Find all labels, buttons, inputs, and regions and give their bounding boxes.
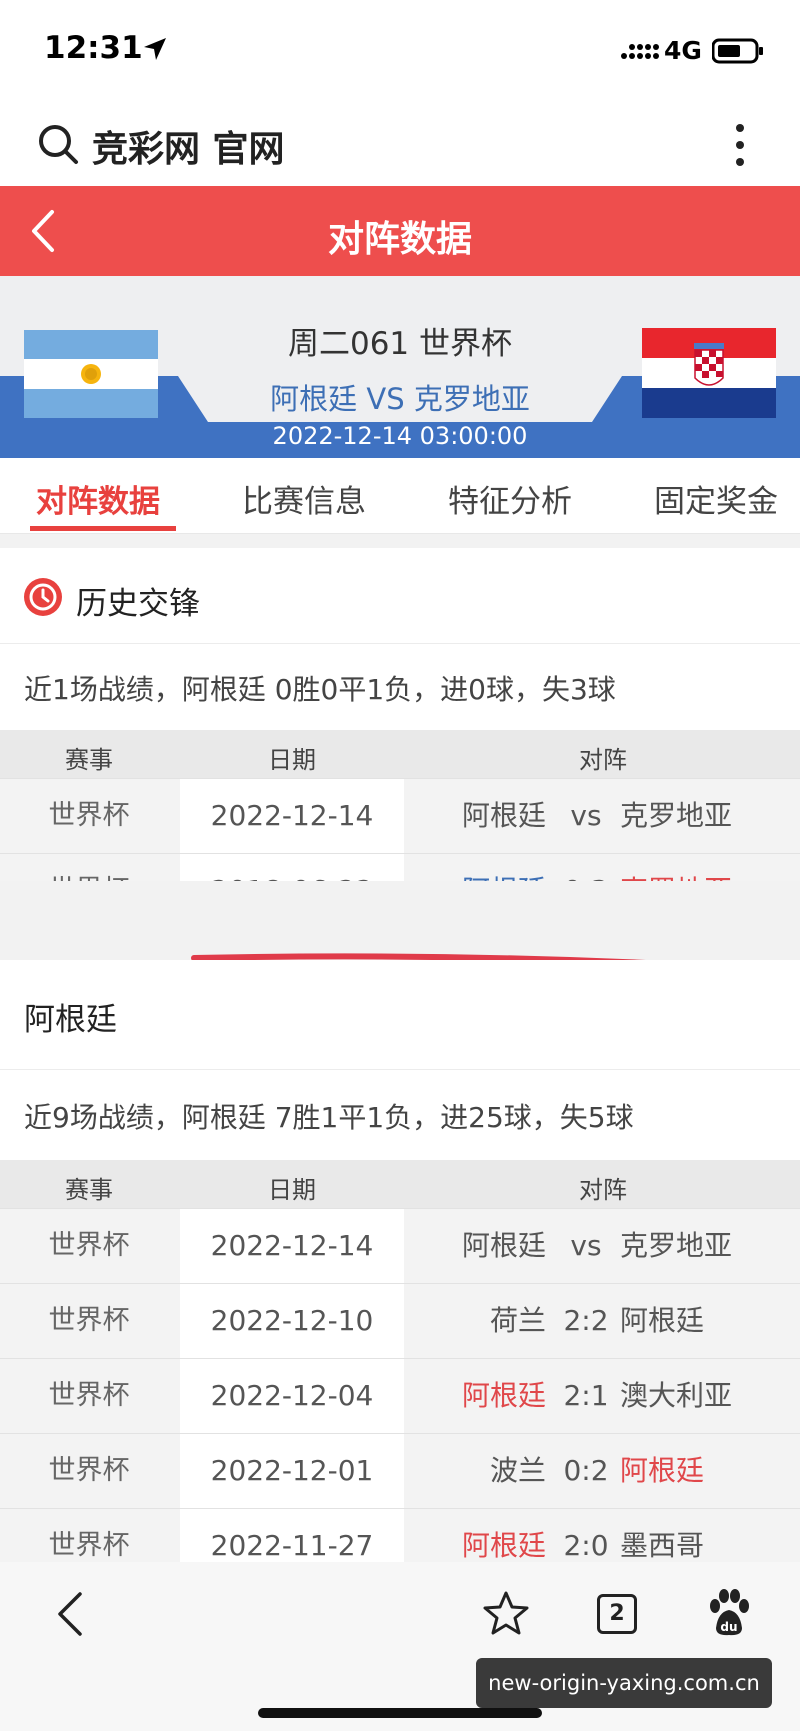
history-summary-text: 近1场战绩，阿根廷 0胜0平1负，进0球，失3球 [24, 673, 616, 706]
cell-matchup: 阿根廷 vs 克罗地亚 [406, 779, 800, 853]
tab-count-button[interactable]: 2 [597, 1594, 637, 1634]
match-league: 周二061 世界杯 [287, 326, 513, 362]
svg-text:du: du [720, 1620, 737, 1634]
away-team: 克罗地亚 [620, 799, 733, 832]
history-title: 历史交锋 [76, 586, 200, 622]
active-tab-indicator [30, 526, 176, 531]
table-row[interactable]: 世界杯 2022-12-04 阿根廷 2:1 澳大利亚 [0, 1358, 800, 1433]
column-header-league: 赛事 [65, 746, 113, 774]
table-row[interactable]: 世界杯 2022-12-01 波兰 0:2 阿根廷 [0, 1433, 800, 1508]
section-gap [0, 534, 800, 548]
column-header-matchup: 对阵 [579, 746, 627, 774]
tab-bar: 对阵数据 比赛信息 特征分析 固定奖金 [0, 458, 800, 534]
table-header: 赛事 日期 对阵 [0, 1160, 800, 1208]
cell-league: 世界杯 [0, 1359, 178, 1433]
table-header: 赛事 日期 对阵 [0, 730, 800, 778]
cell-date: 2022-12-14 [180, 779, 404, 853]
home-team: 阿根廷 [461, 799, 546, 832]
app-header: 对阵数据 [0, 186, 800, 276]
team-summary-text: 近9场战绩，阿根廷 7胜1平1负，进25球，失5球 [24, 1101, 634, 1134]
table-row[interactable]: 世界杯 2022-12-14 阿根廷 vs 克罗地亚 [0, 778, 800, 853]
status-time: 12:31 [44, 30, 143, 66]
browser-bar: 竞彩网 官网 [0, 100, 800, 186]
status-bar: 12:31 4G [0, 0, 800, 100]
table-row[interactable]: 世界杯 2022-12-14 阿根廷 vs 克罗地亚 [0, 1208, 800, 1283]
browser-address-title[interactable]: 竞彩网 官网 [92, 120, 285, 172]
more-menu-icon[interactable] [728, 120, 752, 170]
column-header-matchup: 对阵 [579, 1176, 627, 1204]
home-team: 荷兰 [489, 1304, 546, 1337]
section-gap [0, 881, 800, 960]
location-arrow-icon [144, 38, 166, 60]
score: 2:1 [563, 1379, 609, 1412]
watermark: new-origin-yaxing.com.cn [476, 1658, 772, 1708]
column-header-date: 日期 [268, 1176, 316, 1204]
tab-matchup-data[interactable]: 对阵数据 [36, 476, 160, 521]
column-header-league: 赛事 [65, 1176, 113, 1204]
away-team: 克罗地亚 [620, 1229, 733, 1262]
cell-matchup: 荷兰 2:2 阿根廷 [406, 1284, 800, 1358]
back-arrow-icon[interactable] [54, 1590, 84, 1638]
score: 2:2 [563, 1304, 609, 1337]
battery-icon [712, 38, 763, 64]
score: 0:2 [563, 1454, 609, 1487]
tab-feature-analysis[interactable]: 特征分析 [448, 476, 572, 521]
search-icon[interactable] [36, 122, 80, 166]
table-row[interactable]: 世界杯 2022-12-10 荷兰 2:2 阿根廷 [0, 1283, 800, 1358]
cell-matchup: 波兰 0:2 阿根廷 [406, 1434, 800, 1508]
match-time: 2022-12-14 03:00:00 [272, 422, 528, 450]
cell-league: 世界杯 [0, 1284, 178, 1358]
network-label: 4G [664, 36, 702, 65]
away-team: 阿根廷 [620, 1454, 705, 1487]
team-section-header: 阿根廷 [0, 960, 800, 1070]
history-summary: 近1场战绩，阿根廷 0胜0平1负，进0球，失3球 [0, 644, 800, 730]
cell-matchup: 阿根廷 vs 克罗地亚 [406, 1209, 800, 1283]
cell-date: 2022-12-01 [180, 1434, 404, 1508]
team-table: 赛事 日期 对阵 世界杯 2022-12-14 阿根廷 vs 克罗地亚 世界杯 … [0, 1160, 800, 1583]
team-title: 阿根廷 [24, 1002, 117, 1038]
away-team: 阿根廷 [620, 1304, 705, 1337]
match-banner: 周二061 世界杯 阿根廷 VS 克罗地亚 2022-12-14 03:00:0… [0, 276, 800, 458]
home-team: 波兰 [489, 1454, 546, 1487]
team-summary: 近9场战绩，阿根廷 7胜1平1负，进25球，失5球 [0, 1072, 800, 1158]
score: vs [570, 1229, 602, 1262]
history-section-header: 历史交锋 [0, 548, 800, 644]
page-title: 对阵数据 [327, 219, 472, 260]
home-team: 阿根廷 [461, 1229, 546, 1262]
cell-league: 世界杯 [0, 1209, 178, 1283]
score: vs [570, 799, 602, 832]
cell-date: 2022-12-10 [180, 1284, 404, 1358]
star-icon[interactable] [482, 1590, 530, 1636]
clock-icon [24, 578, 62, 616]
cell-matchup: 阿根廷 2:1 澳大利亚 [406, 1359, 800, 1433]
baidu-paw-icon[interactable]: du [706, 1588, 752, 1638]
cell-date: 2022-12-14 [180, 1209, 404, 1283]
cell-date: 2022-12-04 [180, 1359, 404, 1433]
column-header-date: 日期 [268, 746, 316, 774]
home-indicator [258, 1708, 542, 1718]
home-team: 阿根廷 [461, 1379, 546, 1412]
cell-league: 世界杯 [0, 1434, 178, 1508]
tab-match-info[interactable]: 比赛信息 [242, 476, 366, 521]
tab-fixed-odds[interactable]: 固定奖金 [654, 476, 778, 521]
cell-league: 世界杯 [0, 779, 178, 853]
away-team: 澳大利亚 [620, 1379, 733, 1412]
signal-icon [621, 44, 659, 59]
match-teams: 阿根廷 VS 克罗地亚 [270, 382, 530, 416]
